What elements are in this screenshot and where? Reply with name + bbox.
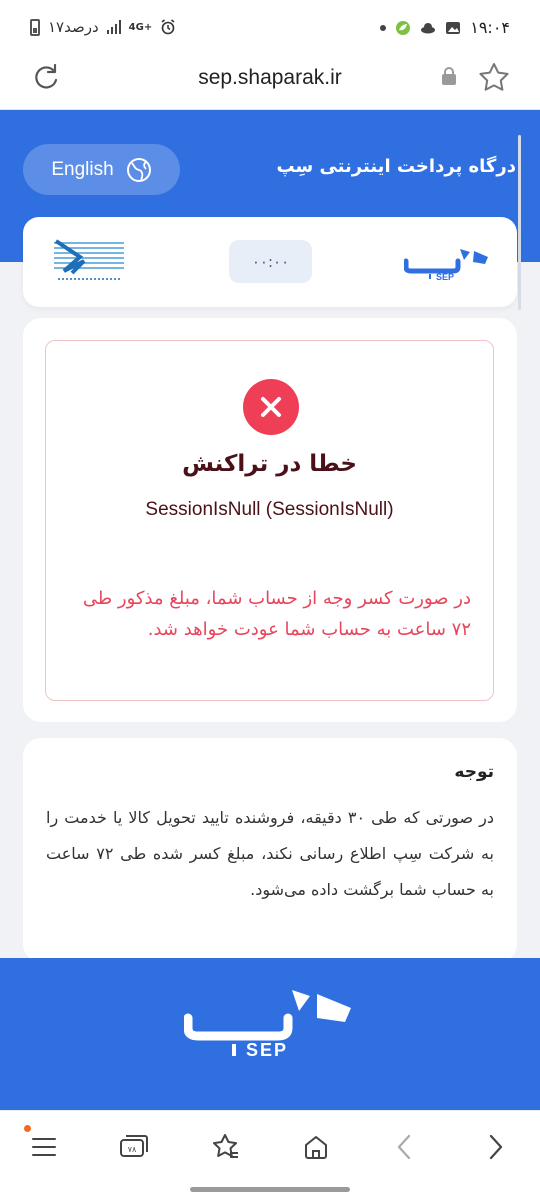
notice-title: توجه [454,762,494,782]
tabs-icon: ۷۸ [120,1135,148,1157]
network-type: 4G+ [128,21,153,33]
browser-toolbar: ۷۸ [0,1110,540,1200]
svg-text:SEP: SEP [436,272,454,281]
result-card: خطا در تراکنش SessionIsNull (SessionIsNu… [23,318,517,722]
page-content: درگاه پرداخت اینترنتی سِپ English ۰۰:۰۰ … [0,110,540,1110]
battery-icon [30,18,40,36]
bookmark-star-icon[interactable] [478,62,510,92]
notice-body: در صورتی که طی ۳۰ دقیقه، فروشنده تایید ت… [46,808,494,899]
gesture-home-indicator[interactable] [190,1187,350,1192]
chevron-right-icon [489,1134,503,1160]
bookmarks-star-icon [213,1134,238,1158]
address-bar: sep.shaparak.ir [0,56,540,110]
globe-icon [126,157,151,182]
bookmarks-button[interactable] [206,1127,246,1167]
refund-note: در صورت کسر وجه از حساب شما، مبلغ مذکور … [82,588,471,640]
scrollbar[interactable] [518,135,521,310]
countdown-timer: ۰۰:۰۰ [229,240,312,283]
alarm-icon [161,19,175,35]
gallery-icon [446,21,461,34]
menu-button[interactable] [24,1127,64,1167]
sep-logo-icon: SEP [404,249,488,281]
error-title: خطا در تراکنش [182,451,357,477]
home-button[interactable] [296,1127,336,1167]
error-box: خطا در تراکنش SessionIsNull (SessionIsNu… [45,340,494,701]
sep-footer-logo-icon: SEP [184,990,351,1058]
bank-logo-icon [54,239,124,280]
error-detail: SessionIsNull (SessionIsNull) [145,499,394,520]
signal-icon [106,20,121,34]
language-label: English [51,158,114,180]
svg-text:۷۸: ۷۸ [128,1145,137,1154]
language-button[interactable]: English [23,144,180,195]
forward-button[interactable] [476,1127,516,1167]
app-leaf-icon [396,20,411,35]
status-bar: ۱۷درصد 4G+ ۱۹:۰۴ [0,0,540,56]
notice-card: توجه در صورتی که طی ۳۰ دقیقه، فروشنده تا… [23,738,517,962]
error-icon [243,379,299,435]
merchant-header-card: ۰۰:۰۰ SEP [23,217,517,307]
url-text[interactable]: sep.shaparak.ir [0,66,540,90]
footer: SEP [0,958,540,1110]
app-hat-icon [421,22,436,33]
battery-percent: ۱۷درصد [48,18,99,36]
clock: ۱۹:۰۴ [470,18,510,37]
menu-icon [32,1138,56,1156]
chevron-left-icon [397,1134,411,1160]
lock-icon[interactable] [440,66,458,86]
gateway-title: درگاه پرداخت اینترنتی سِپ [276,156,516,177]
home-icon [305,1136,327,1159]
svg-text:SEP: SEP [246,1040,288,1058]
tabs-button[interactable]: ۷۸ [114,1127,154,1167]
back-button[interactable] [384,1127,424,1167]
notification-dot-icon [380,24,387,31]
